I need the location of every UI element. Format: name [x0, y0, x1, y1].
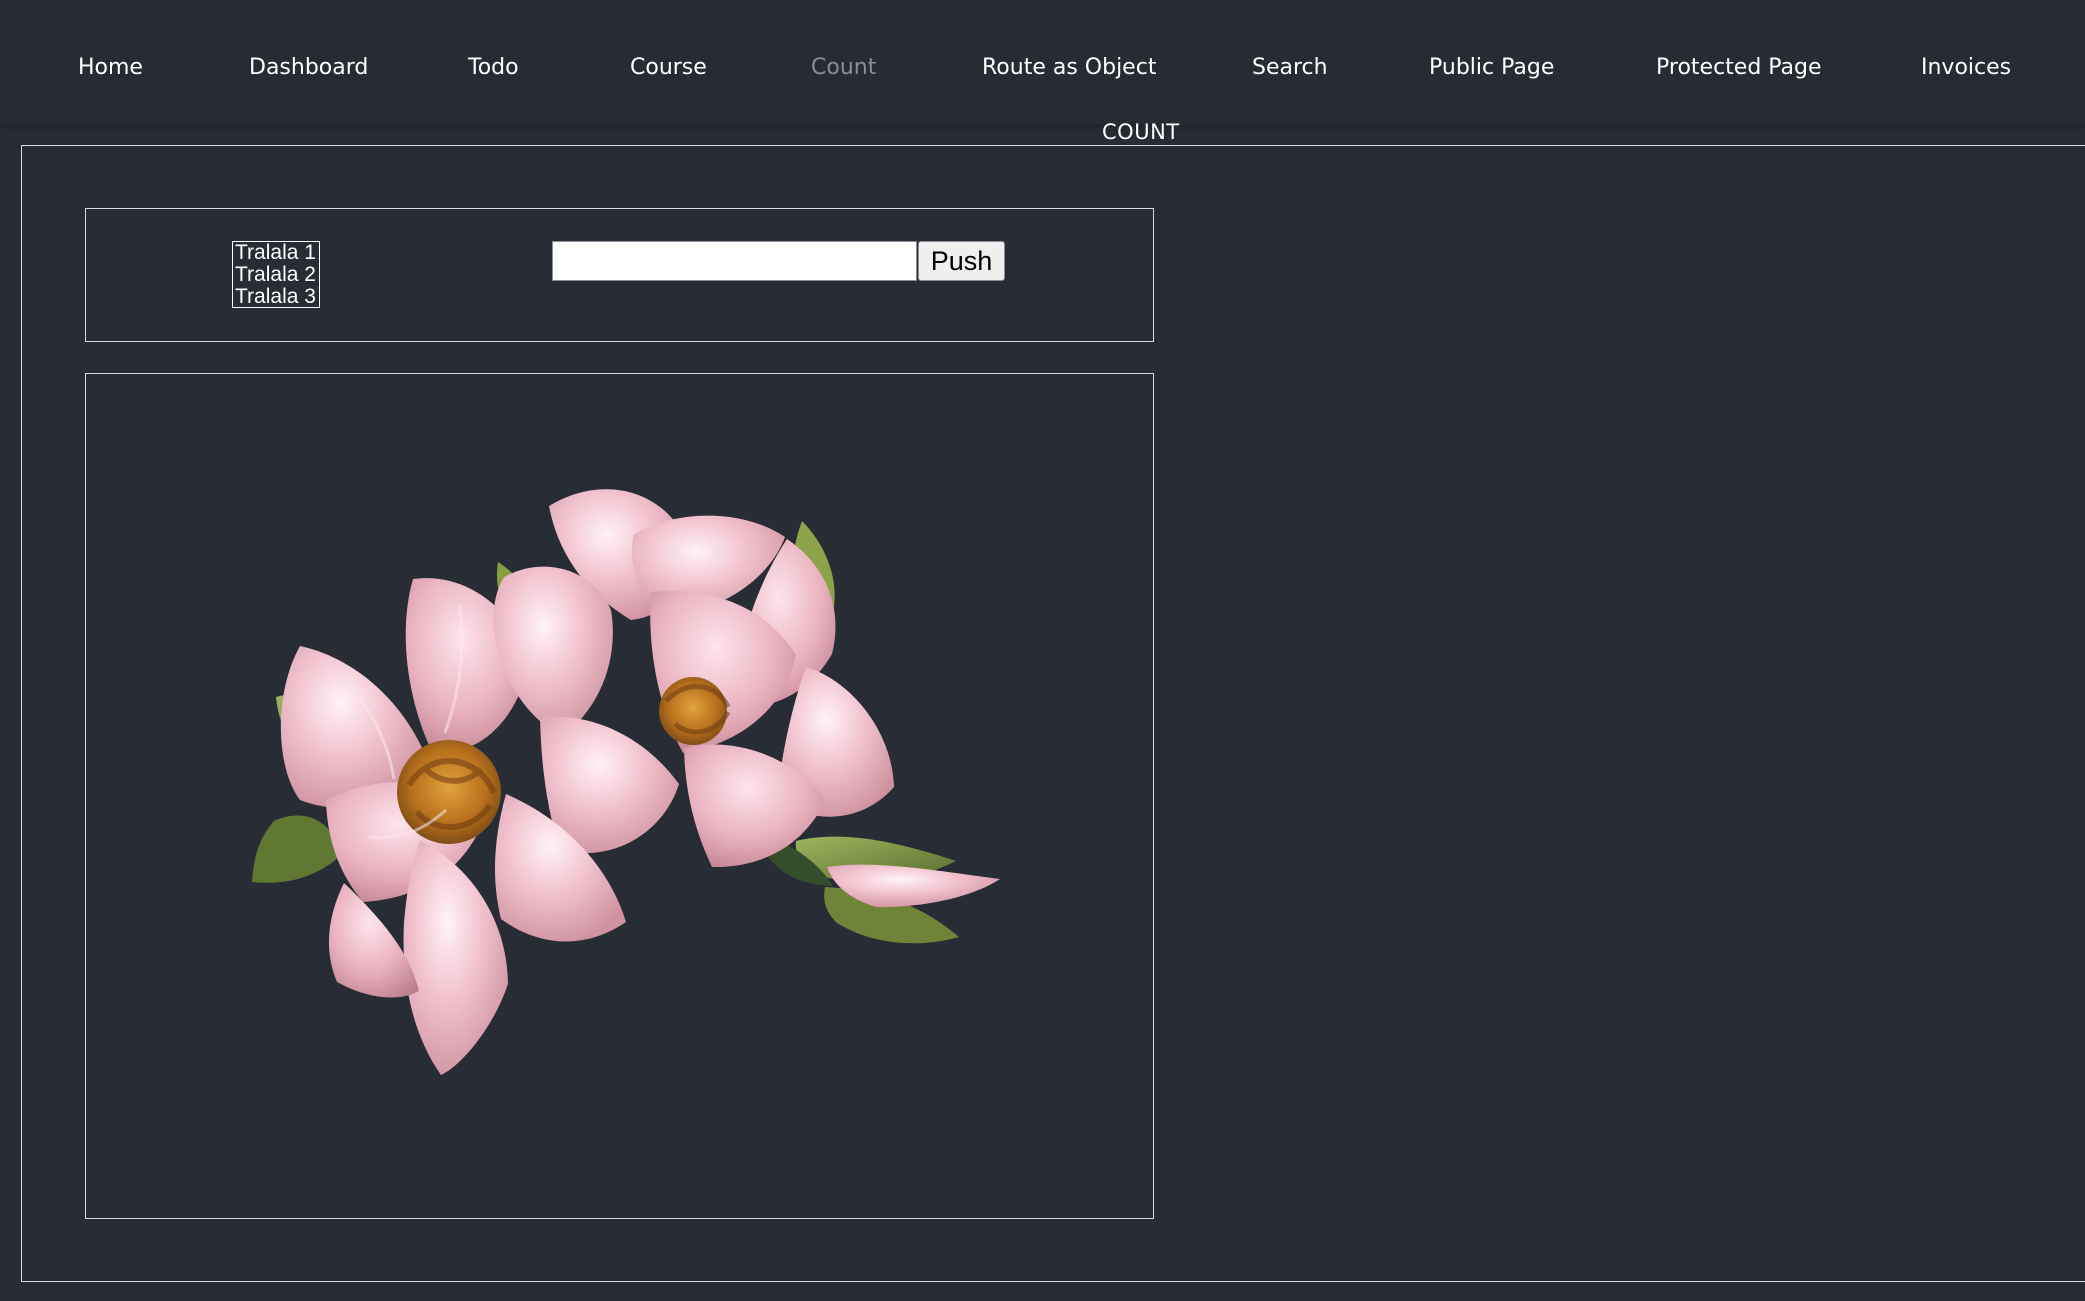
page-title: COUNT: [1102, 120, 1180, 144]
nav-search[interactable]: Search: [1252, 54, 1328, 82]
nav-course[interactable]: Course: [630, 54, 707, 82]
nav-invoices[interactable]: Invoices: [1921, 54, 2011, 82]
list-item[interactable]: Tralala 3: [235, 286, 317, 308]
nav-todo[interactable]: Todo: [468, 54, 519, 82]
list-item[interactable]: Tralala 1: [235, 242, 317, 264]
main-navigation: Home Dashboard Todo Course Count Route a…: [0, 0, 2085, 124]
nav-count[interactable]: Count: [811, 54, 876, 82]
flower-image-panel: [85, 373, 1154, 1219]
list-item[interactable]: Tralala 2: [235, 264, 317, 286]
nav-route-as-object[interactable]: Route as Object: [982, 54, 1156, 82]
nav-public-page[interactable]: Public Page: [1429, 54, 1554, 82]
nav-protected-page[interactable]: Protected Page: [1656, 54, 1822, 82]
nav-home[interactable]: Home: [78, 54, 143, 82]
magnolia-flower-image: [252, 489, 1000, 1075]
item-list[interactable]: Tralala 1 Tralala 2 Tralala 3: [232, 241, 320, 308]
push-button[interactable]: Push: [918, 241, 1005, 281]
magnolia-front-flower: [280, 566, 679, 1075]
nav-dashboard[interactable]: Dashboard: [249, 54, 368, 82]
new-item-input[interactable]: [552, 241, 917, 281]
